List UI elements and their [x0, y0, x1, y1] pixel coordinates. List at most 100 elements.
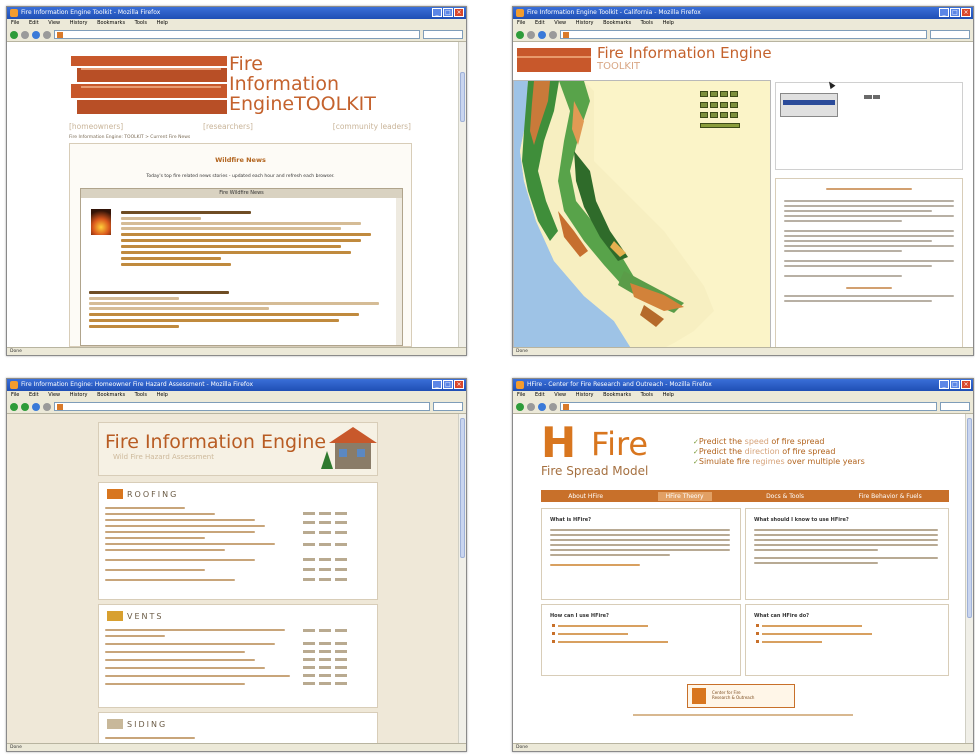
link-item[interactable]: [756, 624, 948, 627]
menu-bookmarks[interactable]: Bookmarks: [603, 392, 631, 398]
menu-bookmarks[interactable]: Bookmarks: [603, 20, 631, 26]
answer-options[interactable]: [303, 666, 347, 670]
news-link[interactable]: [89, 325, 179, 328]
news-link[interactable]: [121, 233, 371, 236]
news-headline[interactable]: [89, 291, 229, 294]
menu-bookmarks[interactable]: Bookmarks: [97, 20, 125, 26]
back-icon[interactable]: [10, 402, 18, 411]
menu-help[interactable]: Help: [157, 392, 168, 398]
california-fire-map[interactable]: [513, 80, 771, 352]
nav-homeowners[interactable]: [homeowners]: [69, 122, 123, 131]
nav-fire-behavior-fuels[interactable]: Fire Behavior & Fuels: [859, 493, 922, 500]
link-item[interactable]: [756, 640, 948, 643]
news-link[interactable]: [121, 239, 361, 242]
reload-icon[interactable]: [32, 30, 40, 39]
answer-options[interactable]: [303, 521, 347, 525]
search-input[interactable]: [423, 30, 463, 39]
url-bar[interactable]: [560, 402, 937, 411]
forward-icon[interactable]: [21, 30, 29, 39]
search-input[interactable]: [930, 30, 970, 39]
search-input[interactable]: [433, 402, 463, 411]
menu-help[interactable]: Help: [663, 392, 674, 398]
home-icon[interactable]: [549, 30, 557, 39]
menu-edit[interactable]: Edit: [29, 392, 39, 398]
breadcrumb[interactable]: Fire Information Engine: TOOLKIT > Curre…: [69, 135, 190, 140]
reload-icon[interactable]: [32, 402, 40, 411]
url-bar[interactable]: [54, 402, 430, 411]
close-button[interactable]: ×: [454, 8, 464, 17]
menu-edit[interactable]: Edit: [535, 20, 545, 26]
maximize-button[interactable]: □: [443, 8, 453, 17]
menu-bookmarks[interactable]: Bookmarks: [97, 392, 125, 398]
menu-history[interactable]: History: [70, 20, 88, 26]
news-headline[interactable]: [121, 211, 251, 214]
menu-edit[interactable]: Edit: [535, 392, 545, 398]
menu-file[interactable]: File: [11, 20, 19, 26]
feed-scrollbar[interactable]: [396, 198, 402, 345]
menu-tools[interactable]: Tools: [135, 20, 147, 26]
minimize-button[interactable]: _: [432, 380, 442, 389]
menu-history[interactable]: History: [576, 392, 594, 398]
page-scrollbar[interactable]: [965, 414, 973, 743]
cfro-logo[interactable]: Center for Fire Research & Outreach: [687, 684, 795, 708]
maximize-button[interactable]: □: [950, 8, 960, 17]
forward-icon[interactable]: [527, 30, 535, 39]
url-bar[interactable]: [54, 30, 420, 39]
answer-options[interactable]: [303, 658, 347, 662]
reload-icon[interactable]: [538, 402, 546, 411]
layer-select[interactable]: [780, 93, 838, 117]
map-zoom-controls[interactable]: [700, 91, 742, 121]
news-link[interactable]: [121, 251, 351, 254]
news-link[interactable]: [121, 257, 221, 260]
minimize-button[interactable]: _: [432, 8, 442, 17]
menu-help[interactable]: Help: [157, 20, 168, 26]
forward-icon[interactable]: [527, 402, 535, 411]
nav-docs-tools[interactable]: Docs & Tools: [766, 493, 804, 500]
answer-options[interactable]: [303, 674, 347, 678]
menu-edit[interactable]: Edit: [29, 20, 39, 26]
link-item[interactable]: [552, 624, 740, 627]
menu-view[interactable]: View: [554, 20, 566, 26]
answer-options[interactable]: [303, 682, 347, 686]
answer-options[interactable]: [303, 629, 347, 633]
home-icon[interactable]: [43, 402, 51, 411]
back-icon[interactable]: [516, 402, 524, 411]
news-link[interactable]: [121, 245, 341, 248]
nav-researchers[interactable]: [researchers]: [203, 122, 253, 131]
maximize-button[interactable]: □: [443, 380, 453, 389]
menu-view[interactable]: View: [48, 392, 60, 398]
answer-options[interactable]: [303, 543, 347, 547]
link-item[interactable]: [756, 632, 948, 635]
close-button[interactable]: ×: [961, 8, 971, 17]
answer-options[interactable]: [303, 531, 347, 535]
nav-about-hfire[interactable]: About HFire: [568, 493, 603, 500]
menu-tools[interactable]: Tools: [135, 392, 147, 398]
reload-icon[interactable]: [538, 30, 546, 39]
answer-options[interactable]: [303, 578, 347, 582]
back-icon[interactable]: [10, 30, 18, 39]
answer-options[interactable]: [303, 642, 347, 646]
minimize-button[interactable]: _: [939, 380, 949, 389]
menu-tools[interactable]: Tools: [641, 392, 653, 398]
link-item[interactable]: [552, 632, 740, 635]
link-item[interactable]: [552, 640, 740, 643]
maximize-button[interactable]: □: [950, 380, 960, 389]
nav-hfire-theory[interactable]: HFire Theory: [657, 491, 712, 501]
home-icon[interactable]: [549, 402, 557, 411]
close-button[interactable]: ×: [454, 380, 464, 389]
menu-view[interactable]: View: [48, 20, 60, 26]
answer-options[interactable]: [303, 650, 347, 654]
menu-file[interactable]: File: [11, 392, 19, 398]
answer-options[interactable]: [303, 568, 347, 572]
search-input[interactable]: [940, 402, 970, 411]
menu-file[interactable]: File: [517, 20, 525, 26]
close-button[interactable]: ×: [961, 380, 971, 389]
top-links[interactable]: [365, 417, 366, 421]
forward-icon[interactable]: [21, 402, 29, 411]
menu-tools[interactable]: Tools: [641, 20, 653, 26]
answer-options[interactable]: [303, 558, 347, 562]
map-reset-button[interactable]: [700, 123, 740, 128]
back-icon[interactable]: [516, 30, 524, 39]
answer-options[interactable]: [303, 512, 347, 516]
menu-view[interactable]: View: [554, 392, 566, 398]
